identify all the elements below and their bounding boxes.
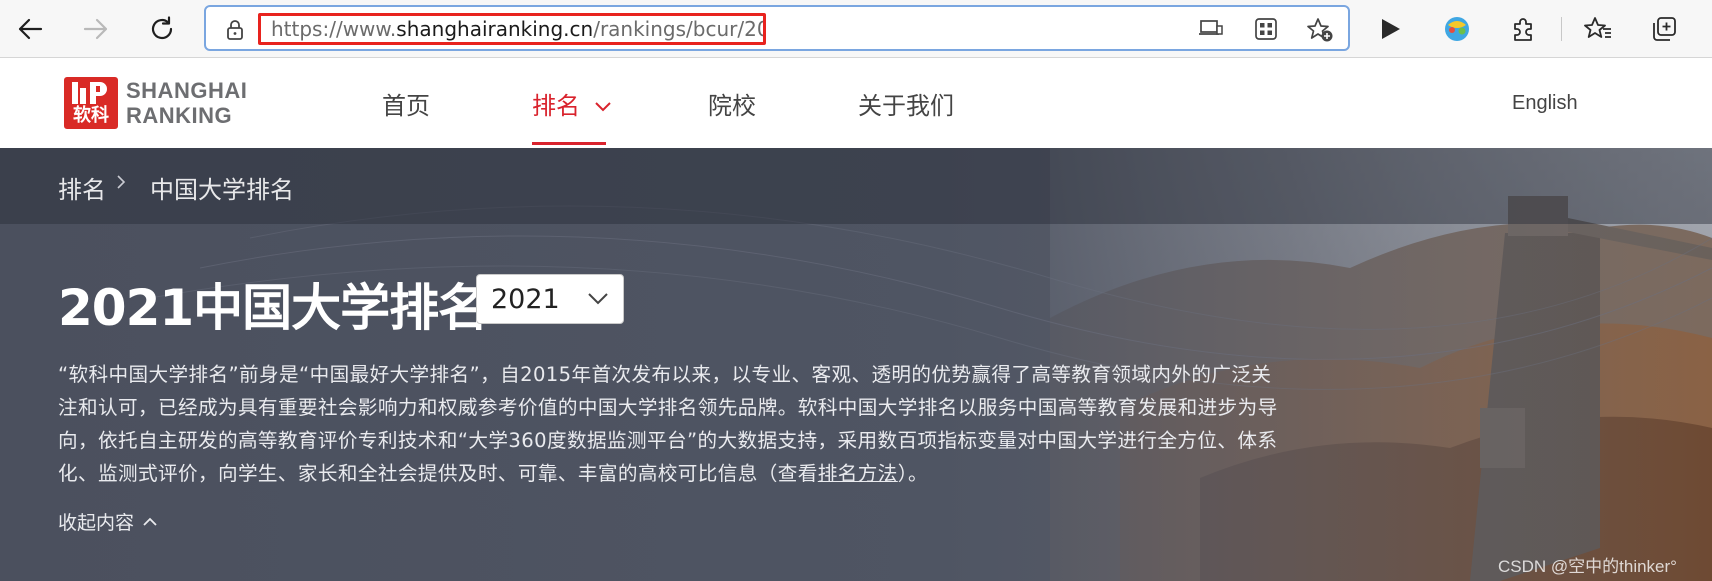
language-switch[interactable]: English [1512, 92, 1578, 115]
apps-icon[interactable] [1254, 17, 1278, 45]
description-text: 化、监测式评价，向学生、家长和全社会提供及时、可靠、丰富的高校可比信息（查看 [58, 462, 818, 485]
site-logo[interactable]: 软科 SHANGHAI RANKING [64, 77, 247, 129]
favorite-add-icon[interactable] [1306, 17, 1334, 47]
ranking-description: “软科中国大学排名”前身是“中国最好大学排名”，自2015年首次发布以来，以专业… [58, 358, 1382, 490]
forward-icon[interactable] [76, 9, 116, 49]
url-path: /rankings/bcur/2021 [593, 17, 763, 41]
description-line: “软科中国大学排名”前身是“中国最好大学排名”，自2015年首次发布以来，以专业… [58, 363, 1272, 386]
nav-home[interactable]: 首页 [382, 86, 430, 121]
breadcrumb-current: 中国大学排名 [150, 176, 294, 204]
extension-avatar-icon[interactable] [1437, 9, 1477, 49]
site-header: 软科 SHANGHAI RANKING 首页 排名 院校 关于我们 Englis… [0, 58, 1712, 148]
chevron-right-icon [116, 174, 126, 194]
lock-icon[interactable] [226, 19, 244, 45]
nav-rankings-label: 排名 [532, 92, 580, 120]
nav-active-indicator [532, 142, 606, 145]
nav-about[interactable]: 关于我们 [858, 86, 954, 121]
url-prefix: https://www. [271, 17, 397, 41]
description-line: 注和认可，已经成为具有重要社会影响力和权威参考价值的中国大学排名领先品牌。软科中… [58, 396, 1278, 419]
back-icon[interactable] [10, 9, 50, 49]
logo-mark: 软科 [64, 77, 118, 129]
browser-toolbar: https://www. shanghairanking.cn/rankings/… [0, 0, 1712, 58]
description-text: ）。 [897, 462, 928, 485]
breadcrumb-rankings[interactable]: 排名 [58, 170, 106, 205]
collapse-label: 收起内容 [58, 512, 135, 534]
address-bar[interactable]: https://www. shanghairanking.cn/rankings/… [204, 5, 1350, 51]
favorites-icon[interactable] [1578, 9, 1618, 49]
play-icon[interactable] [1370, 9, 1410, 49]
description-line: 化、监测式评价，向学生、家长和全社会提供及时、可靠、丰富的高校可比信息（查看排名… [58, 457, 1382, 490]
collections-icon[interactable] [1644, 9, 1684, 49]
page-title: 2021中国大学排名 [58, 279, 488, 337]
collapse-toggle[interactable]: 收起内容 [58, 508, 158, 535]
logo-mark-text: 软科 [73, 105, 109, 126]
logo-line-1: SHANGHAI [126, 78, 248, 103]
device-icon[interactable] [1198, 17, 1224, 43]
toolbar-divider [1561, 17, 1562, 41]
url-host: shanghairanking.cn [396, 17, 594, 41]
puzzle-icon[interactable] [1504, 9, 1544, 49]
year-select[interactable]: 2021 [476, 274, 624, 324]
chevron-down-icon [594, 102, 611, 112]
logo-wordmark: SHANGHAI RANKING [126, 78, 247, 128]
methodology-link[interactable]: 排名方法 [818, 462, 898, 485]
watermark: CSDN @空中的thinker° [1498, 557, 1677, 576]
breadcrumb: 排名 中国大学排名 [0, 148, 1712, 224]
chevron-down-icon [588, 293, 608, 305]
nav-rankings[interactable]: 排名 [532, 86, 612, 121]
year-select-value: 2021 [491, 283, 560, 315]
nav-universities[interactable]: 院校 [708, 86, 756, 121]
description-line: 向，依托自主研发的高等教育评价专利技术和“大学360度数据监测平台”的大数据支持… [58, 429, 1278, 452]
hero-banner: 排名 中国大学排名 2021中国大学排名 2021 “软科中国大学排名”前身是“… [0, 148, 1712, 581]
chevron-up-icon [143, 517, 157, 526]
url-text[interactable]: https://www. shanghairanking.cn/rankings/… [258, 13, 766, 45]
logo-line-2: RANKING [126, 103, 233, 128]
refresh-icon[interactable] [142, 9, 182, 49]
